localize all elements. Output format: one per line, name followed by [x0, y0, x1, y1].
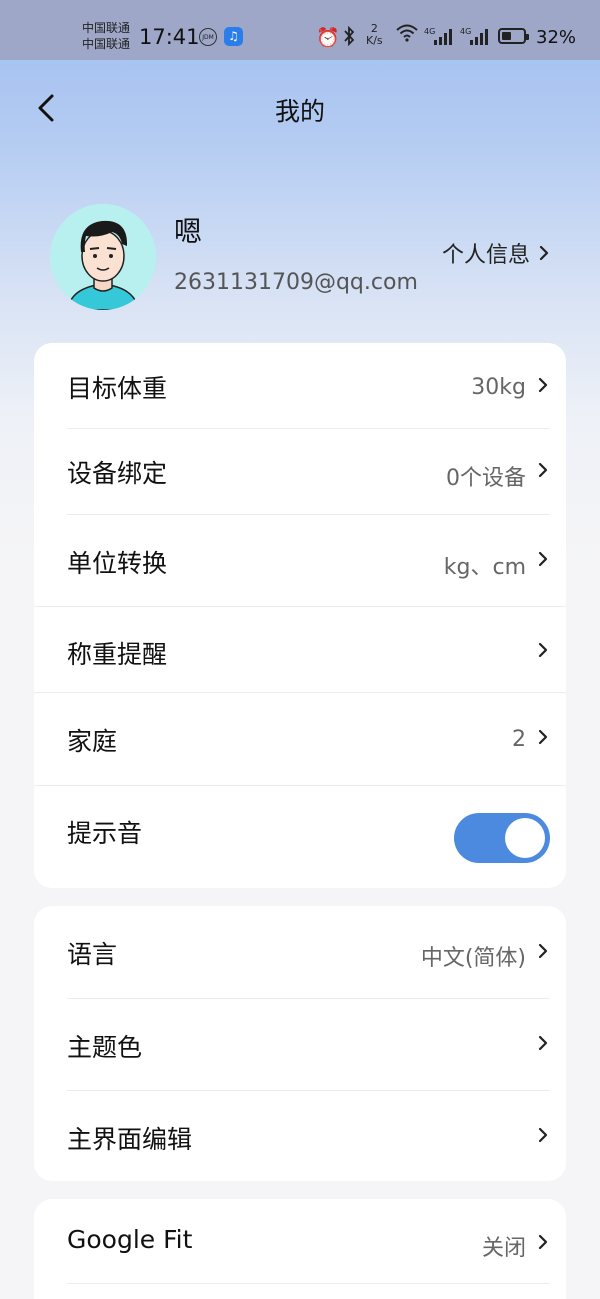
chevron-right-icon	[538, 377, 548, 393]
row-label: 提示音	[67, 819, 143, 848]
row-label: Google Fit	[67, 1225, 193, 1254]
row-value: kg、cm	[443, 555, 526, 580]
battery-percent: 32%	[536, 27, 577, 48]
row-label: 设备绑定	[67, 459, 168, 488]
wifi-icon	[396, 24, 418, 47]
signal-1-label: 4G	[424, 27, 435, 36]
signal-2-label: 4G	[460, 27, 471, 36]
toggle-knob	[505, 818, 545, 858]
user-email: 2631131709@qq.com	[174, 270, 418, 295]
row-label: 目标体重	[67, 374, 168, 403]
music-app-icon: ♫	[224, 27, 243, 46]
status-time: 17:41	[139, 25, 200, 49]
row-label: 主界面编辑	[67, 1125, 193, 1154]
settings-row-target-weight[interactable]: 目标体重 30kg	[34, 343, 566, 428]
settings-row-family[interactable]: 家庭 2	[34, 693, 566, 785]
personal-info-link[interactable]: 个人信息	[442, 238, 550, 268]
settings-row-language[interactable]: 语言 中文(简体)	[34, 906, 566, 998]
avatar[interactable]	[50, 204, 156, 310]
row-label: 单位转换	[67, 549, 168, 578]
net-speed-unit: K/s	[366, 34, 383, 47]
row-value: 0个设备	[446, 466, 526, 491]
chevron-right-icon	[538, 551, 548, 567]
settings-row-home-edit[interactable]: 主界面编辑	[34, 1091, 566, 1181]
settings-row-prompt-sound: 提示音	[34, 786, 566, 888]
carrier-2: 中国联通	[82, 37, 131, 51]
carrier-1: 中国联通	[82, 21, 131, 35]
row-value: 30kg	[471, 375, 526, 400]
settings-row-google-fit[interactable]: Google Fit 关闭	[34, 1199, 566, 1283]
prompt-sound-toggle[interactable]	[454, 813, 550, 863]
page-title: 我的	[274, 97, 325, 126]
chevron-right-icon	[538, 729, 548, 745]
user-nickname: 嗯	[174, 215, 203, 248]
row-label: 主题色	[67, 1033, 143, 1062]
chevron-right-icon	[538, 1127, 548, 1143]
signal-icon: 4G	[460, 26, 490, 51]
divider	[67, 1283, 550, 1284]
alarm-icon: ⏰	[316, 27, 340, 49]
chevron-right-icon	[538, 1035, 548, 1051]
chevron-right-icon	[538, 943, 548, 959]
chevron-right-icon	[538, 642, 548, 658]
chevron-right-icon	[538, 1234, 548, 1250]
carrier-info: 中国联通 中国联通	[82, 20, 130, 52]
row-value: 中文(简体)	[420, 946, 526, 971]
battery-icon	[498, 28, 529, 44]
settings-card-2: 语言 中文(简体) 主题色 主界面编辑	[34, 906, 566, 1181]
row-value: 2	[512, 727, 526, 752]
settings-row-device-binding[interactable]: 设备绑定 0个设备	[34, 429, 566, 514]
personal-info-label: 个人信息	[442, 243, 531, 268]
chevron-right-icon	[539, 245, 549, 261]
row-value: 关闭	[481, 1236, 526, 1261]
settings-card-3: Google Fit 关闭	[34, 1199, 566, 1299]
row-label: 语言	[67, 940, 118, 969]
status-bar: 中国联通 中国联通 17:41 JDM ♫ ⏰ 2 K/s 4G 4G 32%	[0, 0, 600, 60]
chevron-right-icon	[538, 462, 548, 478]
network-speed: 2 K/s	[366, 23, 383, 47]
settings-row-theme-color[interactable]: 主题色	[34, 999, 566, 1090]
row-label: 家庭	[67, 727, 118, 756]
row-label: 称重提醒	[67, 640, 168, 669]
avatar-image	[50, 204, 156, 310]
settings-row-unit-conversion[interactable]: 单位转换 kg、cm	[34, 515, 566, 605]
settings-card-1: 目标体重 30kg 设备绑定 0个设备 单位转换 kg、cm 称重提醒 家庭 2…	[34, 343, 566, 888]
settings-row-weigh-reminder[interactable]: 称重提醒	[34, 607, 566, 692]
bluetooth-icon	[342, 25, 356, 51]
jdm-icon: JDM	[199, 28, 217, 46]
signal-icon: 4G	[424, 26, 454, 51]
